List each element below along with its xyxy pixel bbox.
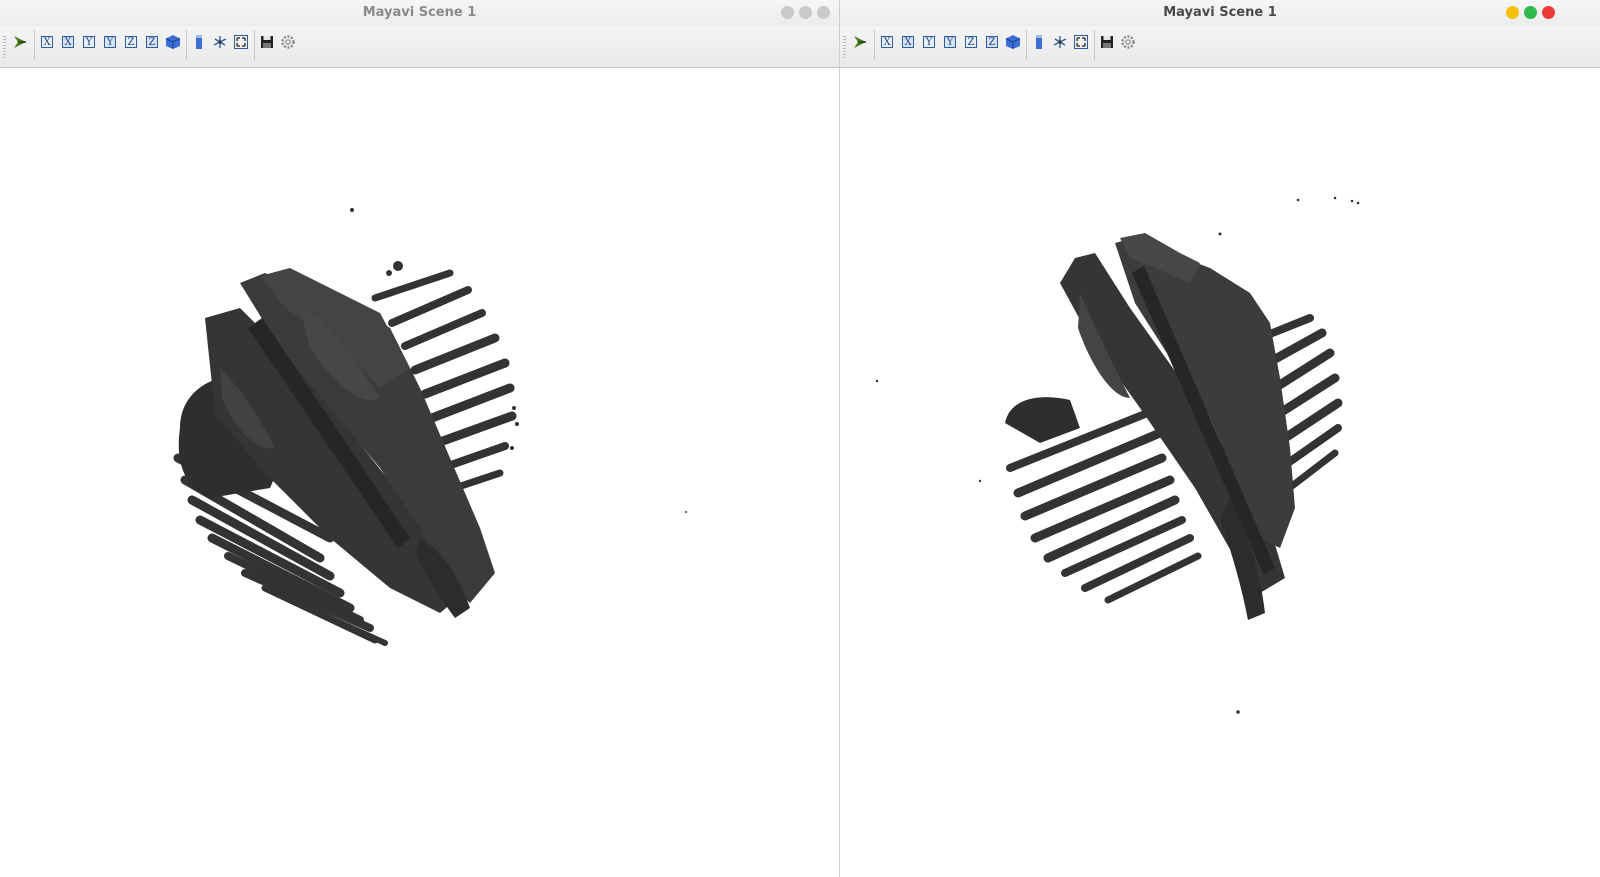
toolbar-separator — [254, 30, 255, 60]
view-plus-x-button[interactable]: X — [37, 32, 57, 52]
axes-toggle-button[interactable] — [210, 32, 230, 52]
view-minus-x-button[interactable]: X — [58, 32, 78, 52]
isometric-view-icon — [165, 35, 181, 49]
view-minus-x-button[interactable]: X — [898, 32, 918, 52]
toolbar-separator — [1094, 30, 1095, 60]
scene-toolbar: X X Y Y Z Z — [0, 26, 839, 68]
toolbar-grip[interactable] — [843, 36, 846, 58]
view-plus-z-icon: Z — [125, 36, 137, 48]
isometric-view-button[interactable] — [1003, 32, 1023, 52]
view-minus-y-icon: Y — [104, 36, 116, 48]
right-scene-window: Mayavi Scene 1 X X Y Y Z Z — [840, 0, 1600, 877]
isosurface-render — [173, 208, 687, 646]
view-minus-y-button[interactable]: Y — [100, 32, 120, 52]
view-plus-y-icon: Y — [923, 36, 935, 48]
view-plus-z-button[interactable]: Z — [961, 32, 981, 52]
axes-toggle-icon — [213, 36, 227, 48]
parallel-projection-button[interactable] — [189, 32, 209, 52]
fullscreen-button[interactable] — [231, 32, 251, 52]
view-minus-x-icon: X — [902, 36, 914, 48]
left-scene-window: Mayavi Scene 1 X X Y Y Z Z — [0, 0, 840, 877]
view-plus-y-button[interactable]: Y — [919, 32, 939, 52]
close-icon[interactable] — [1542, 6, 1555, 19]
save-icon — [1101, 36, 1113, 48]
configure-icon — [1121, 35, 1135, 49]
parallel-projection-button[interactable] — [1029, 32, 1049, 52]
fullscreen-icon — [234, 35, 248, 49]
view-plus-z-button[interactable]: Z — [121, 32, 141, 52]
save-icon — [261, 36, 273, 48]
parallel-projection-icon — [1036, 35, 1042, 49]
minimize-icon[interactable] — [1506, 6, 1519, 19]
save-button[interactable] — [257, 32, 277, 52]
save-button[interactable] — [1097, 32, 1117, 52]
minimize-icon[interactable] — [781, 6, 794, 19]
window-titlebar[interactable]: Mayavi Scene 1 — [0, 0, 839, 26]
view-minus-z-icon: Z — [986, 36, 998, 48]
scene-viewport[interactable] — [0, 68, 839, 877]
view-minus-z-icon: Z — [146, 36, 158, 48]
axes-toggle-button[interactable] — [1050, 32, 1070, 52]
isosurface-render — [875, 196, 1360, 714]
view-plus-y-button[interactable]: Y — [79, 32, 99, 52]
fullscreen-button[interactable] — [1071, 32, 1091, 52]
configure-icon — [281, 35, 295, 49]
toolbar-separator — [874, 30, 875, 60]
toolbar-separator — [34, 30, 35, 60]
configure-button[interactable] — [1118, 32, 1138, 52]
maximize-icon[interactable] — [1524, 6, 1537, 19]
mayavi-icon[interactable] — [10, 32, 30, 52]
view-plus-y-icon: Y — [83, 36, 95, 48]
toolbar-separator — [1026, 30, 1027, 60]
view-minus-z-button[interactable]: Z — [982, 32, 1002, 52]
parallel-projection-icon — [196, 35, 202, 49]
close-icon[interactable] — [817, 6, 830, 19]
fullscreen-icon — [1074, 35, 1088, 49]
toolbar-separator — [186, 30, 187, 60]
view-plus-x-button[interactable]: X — [877, 32, 897, 52]
view-plus-x-icon: X — [881, 36, 893, 48]
window-title: Mayavi Scene 1 — [1163, 5, 1277, 20]
view-plus-z-icon: Z — [965, 36, 977, 48]
isometric-view-button[interactable] — [163, 32, 183, 52]
view-minus-y-icon: Y — [944, 36, 956, 48]
toolbar-grip[interactable] — [3, 36, 6, 58]
scene-toolbar: X X Y Y Z Z — [840, 26, 1600, 68]
view-minus-z-button[interactable]: Z — [142, 32, 162, 52]
mayavi-icon[interactable] — [850, 32, 870, 52]
scene-viewport[interactable] — [840, 68, 1600, 877]
axes-toggle-icon — [1053, 36, 1067, 48]
view-plus-x-icon: X — [41, 36, 53, 48]
window-titlebar[interactable]: Mayavi Scene 1 — [840, 0, 1600, 26]
view-minus-x-icon: X — [62, 36, 74, 48]
isometric-view-icon — [1005, 35, 1021, 49]
maximize-icon[interactable] — [799, 6, 812, 19]
window-title: Mayavi Scene 1 — [362, 5, 477, 20]
view-minus-y-button[interactable]: Y — [940, 32, 960, 52]
configure-button[interactable] — [278, 32, 298, 52]
